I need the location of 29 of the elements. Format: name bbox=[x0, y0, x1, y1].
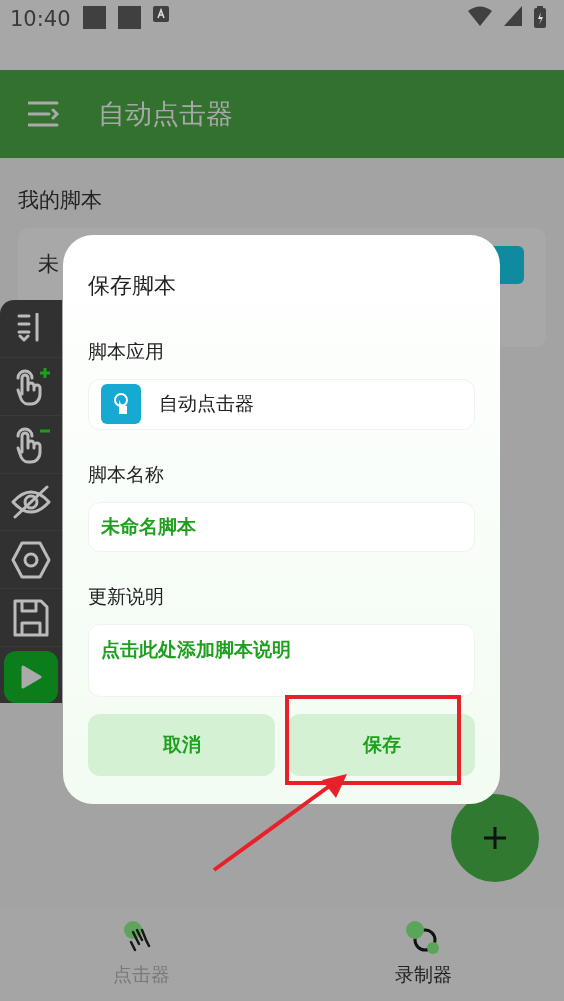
eye-off-icon[interactable] bbox=[11, 485, 51, 519]
play-button[interactable] bbox=[4, 651, 58, 704]
save-button[interactable]: 保存 bbox=[288, 714, 475, 776]
signal-icon bbox=[504, 6, 522, 26]
name-field[interactable]: 未命名脚本 bbox=[88, 501, 475, 553]
save-icon[interactable] bbox=[13, 598, 49, 637]
notification-icon bbox=[117, 6, 141, 29]
field-label: 更新说明 bbox=[88, 584, 165, 610]
menu-icon[interactable] bbox=[28, 101, 60, 127]
field-label: 脚本名称 bbox=[88, 461, 165, 487]
dialog-title: 保存脚本 bbox=[88, 272, 177, 300]
nav-tab[interactable]: 录制器 bbox=[282, 907, 564, 1001]
app-select[interactable]: 自动点击器 bbox=[88, 379, 475, 430]
description-field[interactable]: 点击此处添加脚本说明 bbox=[88, 624, 475, 697]
wifi-icon bbox=[468, 6, 492, 26]
play-icon bbox=[20, 665, 42, 690]
cancel-button[interactable]: 取消 bbox=[88, 714, 275, 776]
record-icon bbox=[405, 920, 441, 956]
notification-icon bbox=[82, 6, 106, 29]
field-label: 脚本应用 bbox=[88, 339, 165, 364]
script-title: 未 bbox=[38, 251, 59, 278]
plus-icon bbox=[483, 826, 507, 850]
app-icon bbox=[101, 384, 141, 425]
section-title: 我的脚本 bbox=[18, 187, 103, 214]
keyboard-icon bbox=[152, 6, 169, 22]
app-title: 自动点击器 bbox=[98, 97, 233, 131]
status-time: 10:40 bbox=[10, 6, 71, 32]
battery-icon bbox=[534, 6, 546, 28]
settings-icon[interactable] bbox=[11, 540, 51, 579]
